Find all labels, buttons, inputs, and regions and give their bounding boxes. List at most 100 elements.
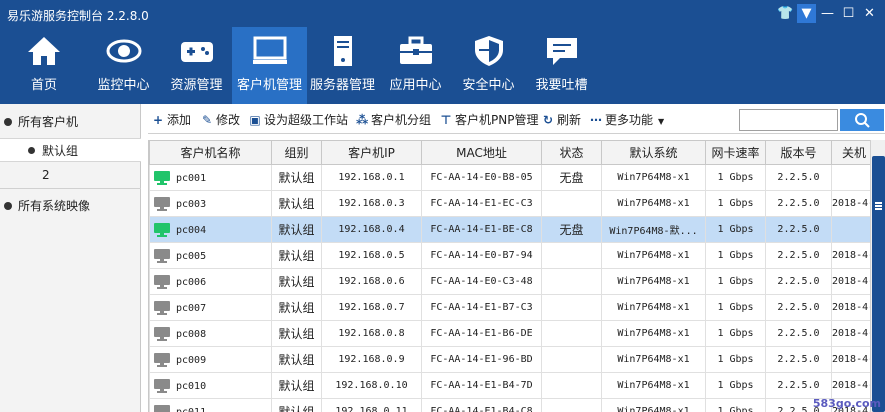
- pc-offline-icon: [154, 378, 170, 393]
- window-controls: 👕 ▼ — ☐ ✕: [776, 4, 879, 23]
- sidebar-item-group-2[interactable]: 2: [0, 164, 141, 186]
- table-cell-version: 2.2.5.0: [765, 346, 832, 373]
- nav-security-center[interactable]: 安全中心: [451, 27, 526, 104]
- server-icon: [333, 36, 352, 66]
- shirt-icon[interactable]: 👕: [776, 4, 795, 23]
- divider: [0, 188, 141, 189]
- client-name: pc003: [176, 198, 207, 210]
- table-row[interactable]: pc009 默认组 192.168.0.9 FC-AA-14-E1-96-BD Win7…: [149, 346, 870, 373]
- table-cell-ip: 192.168.0.5: [321, 242, 422, 269]
- table-cell-status: 无盘: [541, 216, 602, 243]
- client-pnp-button[interactable]: ⊤ 客户机PNP管理: [440, 112, 539, 128]
- table-cell-group: 默认组: [271, 320, 322, 347]
- scrollbar-thumb[interactable]: [872, 156, 885, 412]
- add-label: 添加: [167, 113, 192, 127]
- table-cell-speed: 1 Gbps: [705, 294, 766, 321]
- grip-icon: [875, 205, 882, 207]
- column-header[interactable]: 网卡速率: [705, 140, 766, 165]
- set-super-workstation-button[interactable]: ▣ 设为超级工作站: [249, 112, 348, 128]
- table-cell-ip: 192.168.0.4: [321, 216, 422, 243]
- table-row[interactable]: pc006 默认组 192.168.0.6 FC-AA-14-E0-C3-48 Win7…: [149, 268, 870, 295]
- nav-monitor-center[interactable]: 监控中心: [86, 27, 161, 104]
- close-icon[interactable]: ✕: [860, 4, 879, 23]
- column-header[interactable]: 客户机IP: [321, 140, 422, 165]
- column-header[interactable]: 版本号: [765, 140, 832, 165]
- nav-label: 安全中心: [462, 78, 515, 93]
- table-cell-status: [541, 320, 602, 347]
- minimize-icon[interactable]: —: [818, 4, 837, 23]
- client-group-button[interactable]: ⁂ 客户机分组: [356, 112, 431, 128]
- table-cell-status: [541, 398, 602, 412]
- table-cell-os: Win7P64M8-x1: [601, 346, 706, 373]
- table-cell-os: Win7P64M8-x1: [601, 320, 706, 347]
- table-row[interactable]: pc011 默认组 192.168.0.11 FC-AA-14-E1-B4-C8 Win…: [149, 398, 870, 412]
- table-cell-os: Win7P64M8-x1: [601, 372, 706, 399]
- table-cell-group: 默认组: [271, 242, 322, 269]
- table-row[interactable]: pc001 默认组 192.168.0.1 FC-AA-14-E0-B8-05 无盘 Wi…: [149, 164, 870, 191]
- pc-offline-icon: [154, 300, 170, 315]
- dropdown-icon[interactable]: ▼: [797, 4, 816, 23]
- nav-feedback[interactable]: 我要吐槽: [524, 27, 599, 104]
- table-cell-mac: FC-AA-14-E1-EC-C3: [421, 190, 542, 217]
- table-row[interactable]: pc010 默认组 192.168.0.10 FC-AA-14-E1-B4-7D Win…: [149, 372, 870, 399]
- sidebar-all-images[interactable]: 所有系统映像: [0, 192, 141, 220]
- table-cell-os: Win7P64M8-默...: [601, 216, 706, 243]
- search-input[interactable]: [739, 109, 838, 131]
- table-row[interactable]: pc003 默认组 192.168.0.3 FC-AA-14-E1-EC-C3 Win7…: [149, 190, 870, 217]
- add-button[interactable]: + 添加: [152, 112, 191, 128]
- table-row[interactable]: pc007 默认组 192.168.0.7 FC-AA-14-E1-B7-C3 Win7…: [149, 294, 870, 321]
- table-cell-os: Win7P64M8-x1: [601, 398, 706, 412]
- maximize-icon[interactable]: ☐: [839, 4, 858, 23]
- refresh-label: 刷新: [557, 113, 582, 127]
- nav-home[interactable]: 首页: [0, 27, 88, 104]
- edit-button[interactable]: ✎ 修改: [201, 112, 240, 128]
- search-button[interactable]: [840, 109, 884, 131]
- more-functions-button[interactable]: ⋯ 更多功能 ▼: [590, 112, 664, 128]
- vertical-scrollbar[interactable]: [870, 140, 885, 412]
- pc-offline-icon: [154, 274, 170, 289]
- table-cell-version: 2.2.5.0: [765, 216, 832, 243]
- table-cell-speed: 1 Gbps: [705, 398, 766, 412]
- table-row[interactable]: pc004 默认组 192.168.0.4 FC-AA-14-E1-BE-C8 无盘 Wi…: [149, 216, 870, 243]
- nav-label: 服务器管理: [309, 78, 375, 93]
- nav-resource-management[interactable]: 资源管理: [159, 27, 234, 104]
- table-cell-status: [541, 294, 602, 321]
- more-icon: ⋯: [590, 113, 602, 127]
- pc-offline-icon: [154, 326, 170, 341]
- title-bar: 易乐游服务控制台 2.2.8.0 👕 ▼ — ☐ ✕ 首页 监控中心 资源管理 …: [0, 0, 885, 104]
- refresh-button[interactable]: ↻ 刷新: [542, 112, 581, 128]
- column-header[interactable]: 组别: [271, 140, 322, 165]
- table-cell-os: Win7P64M8-x1: [601, 294, 706, 321]
- sidebar-label: 默认组: [42, 144, 79, 158]
- nav-server-management[interactable]: 服务器管理: [305, 27, 380, 104]
- table-cell-shutdown: [831, 216, 870, 243]
- sidebar-all-clients[interactable]: 所有客户机: [0, 108, 141, 136]
- sidebar-item-default-group[interactable]: 默认组: [0, 138, 141, 162]
- table-cell-version: 2.2.5.0: [765, 242, 832, 269]
- column-header[interactable]: 客户机名称: [149, 140, 272, 165]
- table-cell-ip: 192.168.0.10: [321, 372, 422, 399]
- pc-offline-icon: [154, 404, 170, 412]
- column-header[interactable]: 关机: [831, 140, 870, 165]
- client-name: pc008: [176, 328, 207, 340]
- table-row[interactable]: pc005 默认组 192.168.0.5 FC-AA-14-E0-B7-94 Win7…: [149, 242, 870, 269]
- nav-app-center[interactable]: 应用中心: [378, 27, 453, 104]
- window-title: 易乐游服务控制台 2.2.8.0: [7, 9, 149, 23]
- nav-client-management[interactable]: 客户机管理: [232, 27, 307, 104]
- column-header[interactable]: 状态: [541, 140, 602, 165]
- table-cell-ip: 192.168.0.7: [321, 294, 422, 321]
- table-cell-name: pc007: [149, 294, 272, 321]
- column-header[interactable]: 默认系统: [601, 140, 706, 165]
- table-cell-shutdown: 2018-4-2: [831, 346, 870, 373]
- table-cell-group: 默认组: [271, 216, 322, 243]
- table-cell-name: pc003: [149, 190, 272, 217]
- table-cell-shutdown: 2018-4-2: [831, 294, 870, 321]
- column-header[interactable]: MAC地址: [421, 140, 542, 165]
- table-cell-name: pc011: [149, 398, 272, 412]
- sidebar-label: 2: [42, 168, 50, 182]
- workstation-icon: ▣: [249, 113, 261, 127]
- pnp-label: 客户机PNP管理: [455, 113, 539, 127]
- client-name: pc006: [176, 276, 207, 288]
- table-row[interactable]: pc008 默认组 192.168.0.8 FC-AA-14-E1-B6-DE Win7…: [149, 320, 870, 347]
- pc-offline-icon: [154, 248, 170, 263]
